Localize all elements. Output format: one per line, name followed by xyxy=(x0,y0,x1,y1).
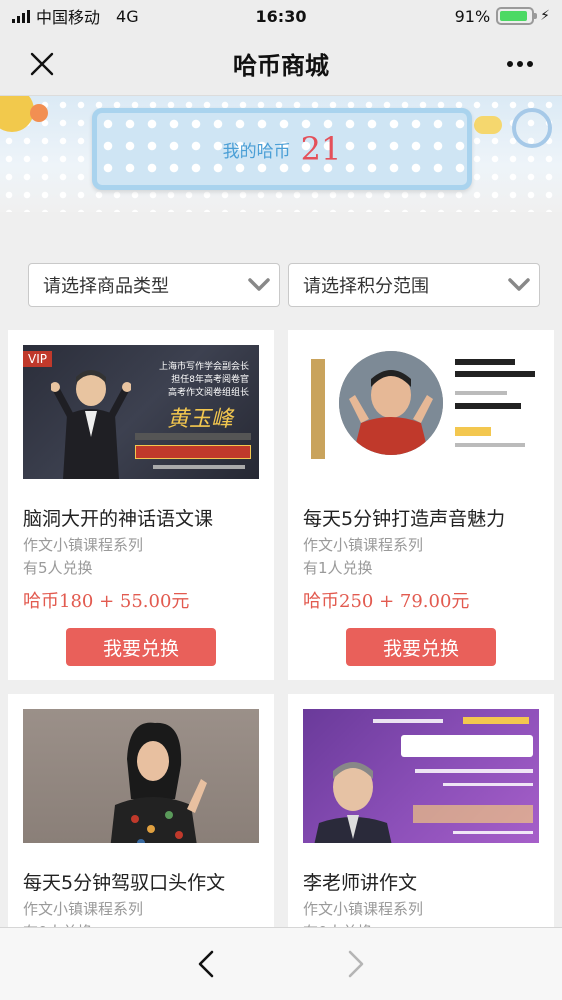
teacher-photo xyxy=(110,722,207,843)
charging-icon: ⚡ xyxy=(540,8,550,24)
chevron-down-icon xyxy=(247,273,271,297)
product-type-label: 请选择商品类型 xyxy=(43,276,169,297)
product-name: 李老师讲作文 xyxy=(303,872,418,894)
redeem-button[interactable]: 我要兑换 xyxy=(66,628,216,666)
chevron-right-icon[interactable] xyxy=(336,944,376,984)
decoration-shape xyxy=(153,465,245,469)
text-line xyxy=(415,769,533,773)
chevron-left-icon[interactable] xyxy=(186,944,226,984)
product-card[interactable]: 每天5分钟打造声音魅力 作文小镇课程系列 有1人兑换 哈币250 + 79.00… xyxy=(288,330,554,680)
vip-badge: VIP xyxy=(23,351,52,367)
decoration-shape xyxy=(30,104,48,122)
battery-percent: 91% xyxy=(454,6,491,26)
filter-bar: 请选择商品类型 请选择积分范围 xyxy=(28,263,540,307)
product-name: 每天5分钟驾驭口头作文 xyxy=(23,872,226,894)
decoration-shape xyxy=(512,108,552,148)
text-line xyxy=(373,719,443,723)
decoration-shape xyxy=(135,433,251,440)
text-line xyxy=(455,443,525,447)
page-title: 哈币商城 xyxy=(233,52,329,80)
text-line xyxy=(443,783,533,786)
product-type-select[interactable]: 请选择商品类型 xyxy=(28,263,280,307)
redeem-count: 有1人兑换 xyxy=(303,559,373,577)
network-label: 4G xyxy=(116,6,139,26)
signal-icon xyxy=(12,9,30,23)
status-bar: 中国移动 4G 16:30 91% ⚡ xyxy=(0,0,562,32)
course-title-banner xyxy=(135,445,251,459)
coin-label: 我的哈币 xyxy=(222,141,291,162)
product-name: 每天5分钟打造声音魅力 xyxy=(303,508,506,530)
redeem-count: 有5人兑换 xyxy=(23,559,93,577)
decoration-shape xyxy=(463,717,529,724)
quote-banner xyxy=(401,735,533,757)
coin-banner: 我的哈币 21 xyxy=(0,96,562,212)
product-series: 作文小镇课程系列 xyxy=(23,536,144,554)
teacher-signature: 黄玉峰 xyxy=(166,407,233,432)
product-grid: VIP 上海市写作学会副会长 担任8年高考阅卷官 高考作文阅卷组组长 黄玉峰 脑 xyxy=(8,330,554,1000)
coin-balance-card: 我的哈币 21 xyxy=(92,108,472,190)
product-price: 哈币180 + 55.00元 xyxy=(23,591,190,612)
product-image[interactable] xyxy=(23,709,259,843)
teacher-credentials: 上海市写作学会副会长 担任8年高考阅卷官 高考作文阅卷组组长 xyxy=(158,362,249,398)
more-icon[interactable] xyxy=(500,44,540,84)
product-name: 脑洞大开的神话语文课 xyxy=(23,508,214,530)
bottom-nav-bar xyxy=(0,927,562,1000)
teacher-signature xyxy=(413,805,533,823)
text-line xyxy=(455,359,515,365)
points-range-label: 请选择积分范围 xyxy=(303,276,429,297)
product-series: 作文小镇课程系列 xyxy=(303,536,424,554)
text-line xyxy=(455,403,521,409)
battery-icon xyxy=(496,7,538,25)
text-line xyxy=(455,391,507,395)
product-series: 作文小镇课程系列 xyxy=(23,900,144,918)
carrier-label: 中国移动 xyxy=(36,8,101,27)
teacher-figure xyxy=(51,370,131,479)
product-price: 哈币250 + 79.00元 xyxy=(303,591,470,612)
chevron-down-icon xyxy=(507,273,531,297)
decoration-shape xyxy=(474,116,502,134)
product-image[interactable] xyxy=(303,709,539,843)
text-line xyxy=(453,831,533,834)
nav-bar: 哈币商城 xyxy=(0,32,562,96)
product-series: 作文小镇课程系列 xyxy=(303,900,424,918)
points-range-select[interactable]: 请选择积分范围 xyxy=(288,263,540,307)
redeem-button[interactable]: 我要兑换 xyxy=(346,628,496,666)
decoration-shape xyxy=(311,359,325,459)
teacher-photo xyxy=(314,762,392,843)
close-icon[interactable] xyxy=(22,44,62,84)
product-card[interactable]: VIP 上海市写作学会副会长 担任8年高考阅卷官 高考作文阅卷组组长 黄玉峰 脑 xyxy=(8,330,274,680)
text-line xyxy=(455,371,535,377)
product-image[interactable]: VIP 上海市写作学会副会长 担任8年高考阅卷官 高考作文阅卷组组长 黄玉峰 xyxy=(23,345,259,479)
teacher-photo xyxy=(339,351,443,455)
decoration-shape xyxy=(455,427,491,436)
coin-count: 21 xyxy=(300,130,342,168)
decoration-shape xyxy=(0,96,34,132)
product-image[interactable] xyxy=(303,345,539,479)
